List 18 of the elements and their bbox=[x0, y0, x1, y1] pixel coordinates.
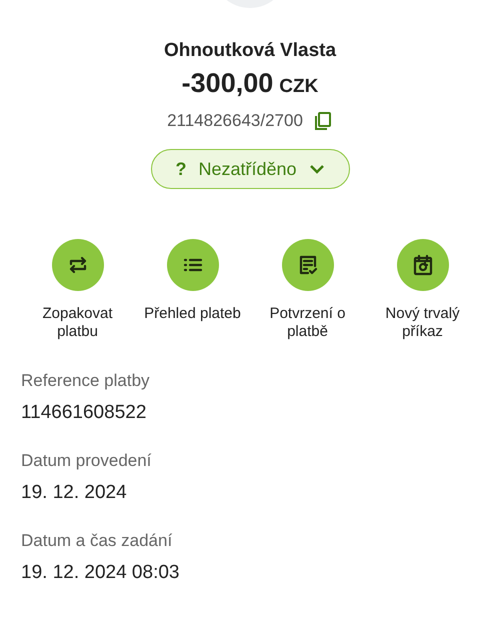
account-number: 2114826643/2700 bbox=[167, 111, 303, 131]
detail-value: 114661608522 bbox=[21, 402, 148, 424]
chevron-down-icon bbox=[308, 164, 325, 174]
action-button[interactable]: Nový trvalý příkaz bbox=[365, 239, 480, 341]
amount: -300,00 bbox=[182, 68, 274, 99]
currency: CZK bbox=[279, 76, 318, 98]
action-button[interactable]: Zopakovat platbu bbox=[20, 239, 135, 341]
copy-icon[interactable] bbox=[312, 111, 333, 131]
action-button[interactable]: Přehled plateb bbox=[135, 239, 250, 341]
detail-value: 19. 12. 2024 bbox=[21, 482, 128, 504]
detail-label: Datum a čas zadání bbox=[21, 531, 174, 551]
detail-value: 19. 12. 2024 08:03 bbox=[21, 562, 180, 584]
action-button[interactable]: Potvrzení o platbě bbox=[250, 239, 365, 341]
detail-label: Datum provedení bbox=[21, 451, 152, 471]
payee-name: Ohnoutková Vlasta bbox=[164, 40, 336, 62]
detail-label: Reference platby bbox=[21, 371, 151, 391]
category-dropdown[interactable]: ? Nezatříděno bbox=[150, 149, 350, 189]
question-icon: ? bbox=[175, 158, 186, 180]
